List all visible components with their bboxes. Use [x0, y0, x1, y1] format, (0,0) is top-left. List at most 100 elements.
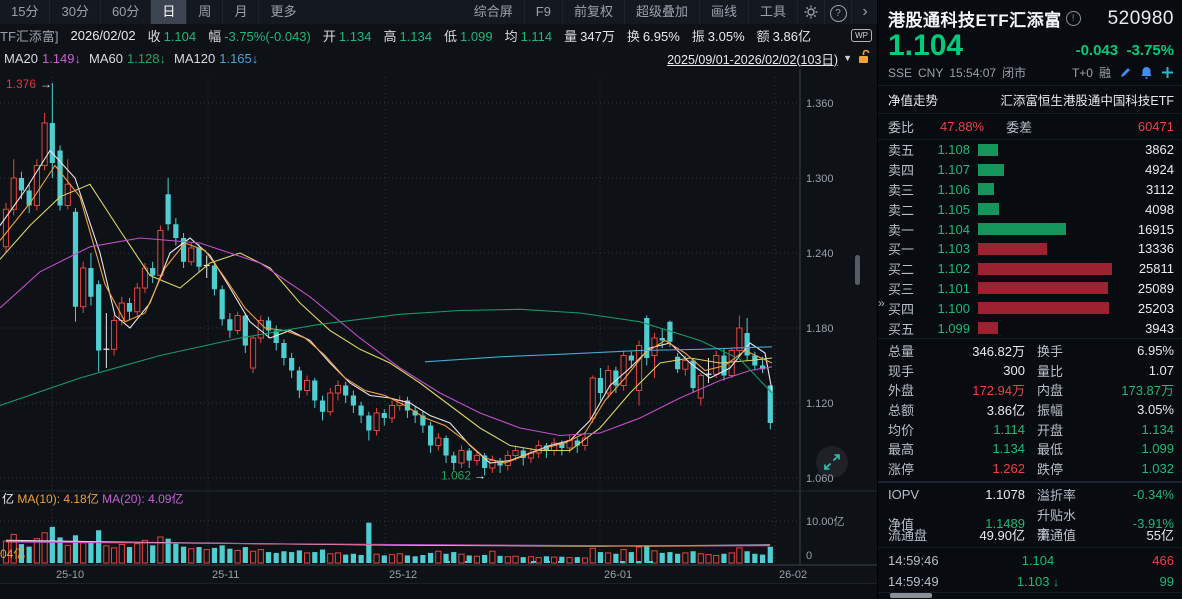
ask-row-1[interactable]: 卖一1.104 16915 — [878, 219, 1182, 239]
svg-text:→: → — [474, 469, 486, 483]
down-arrow-icon: ↓ — [1053, 575, 1059, 589]
symbol-prefix: TF汇添富] — [0, 26, 59, 45]
quote-header: 港股通科技ETF汇添富 ! 520980 — [878, 0, 1182, 31]
tab-15min[interactable]: 15分 — [0, 0, 50, 24]
ask-row-2[interactable]: 卖二1.105 4098 — [878, 199, 1182, 219]
ma20-value: 1.149↓ — [42, 51, 81, 66]
t0-badge: T+0 — [1072, 66, 1093, 80]
stat-row: 外盘172.94万 内盘173.87万 — [878, 380, 1182, 400]
draw-line-button[interactable]: 画线 — [700, 0, 749, 24]
ask-row-3[interactable]: 卖三1.106 3112 — [878, 180, 1182, 200]
fund-full-name: 汇添富恒生港股通中国科技ETF — [1000, 90, 1174, 109]
field-close: 收1.104 — [148, 26, 197, 45]
exchange-label: SSE — [888, 66, 912, 80]
depth-bar — [978, 164, 1004, 176]
tick-row[interactable]: 14:59:46 1.104 466 — [878, 550, 1182, 571]
volume-zero-marks — [445, 561, 450, 563]
panel-scrollbar[interactable] — [890, 593, 932, 598]
depth-bar — [978, 322, 998, 334]
axis-labels: 1.3601.3001.2401.1801.1201.06010.00亿025-… — [56, 98, 845, 581]
svg-text:1.120: 1.120 — [806, 398, 834, 410]
forward-adjust-button[interactable]: 前复权 — [563, 0, 625, 24]
volume-zero-marks — [531, 561, 536, 563]
field-high: 高1.134 — [383, 26, 432, 45]
margin-badge: 融 — [1099, 64, 1111, 81]
period-toolbar: 15分 30分 60分 日 周 月 更多 综合屏 F9 前复权 超级叠加 画线 … — [0, 0, 878, 25]
field-turnover-rate: 换6.95% — [627, 26, 680, 45]
chart-scrollbar[interactable] — [855, 255, 860, 285]
svg-text:26-02: 26-02 — [779, 569, 807, 581]
edit-pencil-icon[interactable] — [1119, 66, 1132, 79]
svg-text:1.180: 1.180 — [806, 323, 834, 335]
depth-bar — [978, 183, 994, 195]
order-book: 卖五1.108 3862 卖四1.107 4924 卖三1.106 3112 卖… — [878, 140, 1182, 338]
svg-text:1.062: 1.062 — [441, 469, 471, 483]
stat-row: 最高1.134 最低1.099 — [878, 439, 1182, 459]
volume-ma-legend: 亿 MA(10): 4.18亿 MA(20): 4.09亿 — [2, 490, 183, 507]
candles — [3, 83, 772, 476]
wei-diff-value: 60471 — [1138, 119, 1174, 134]
nav-label: 净值走势 — [888, 90, 938, 109]
ma-legend-bar: MA20 1.149↓ MA60 1.128↓ MA120 1.165↓ 202… — [0, 47, 878, 69]
tab-monthly[interactable]: 月 — [223, 0, 259, 24]
ma60-value: 1.128↓ — [127, 51, 166, 66]
add-plus-icon[interactable] — [1161, 66, 1174, 79]
kline-chart-area[interactable]: 1.3601.3001.2401.1801.1201.06010.00亿025-… — [0, 69, 878, 583]
expand-chart-button[interactable] — [816, 446, 848, 478]
bid-row-1[interactable]: 买一1.103 13336 — [878, 239, 1182, 259]
tab-30min[interactable]: 30分 — [50, 0, 100, 24]
volume-ma-lines — [6, 540, 770, 546]
chevron-down-icon[interactable]: ▼ — [843, 53, 852, 63]
alert-bell-icon[interactable] — [1140, 66, 1153, 79]
panel-collapse-icon[interactable]: » — [878, 296, 885, 310]
svg-text:1.360: 1.360 — [806, 98, 834, 110]
tools-button[interactable]: 工具 — [749, 0, 798, 24]
super-overlay-button[interactable]: 超级叠加 — [625, 0, 700, 24]
settings-gear-icon[interactable] — [798, 0, 825, 24]
stat-row: 均价1.114 开盘1.134 — [878, 419, 1182, 439]
stat-row: 总额3.86亿 振幅3.05% — [878, 400, 1182, 420]
stat-row: 涨停1.262 跌停1.032 — [878, 459, 1182, 479]
svg-text:25-10: 25-10 — [56, 569, 84, 581]
stat-row: 总量346.82万 换手6.95% — [878, 341, 1182, 361]
tab-60min[interactable]: 60分 — [101, 0, 151, 24]
depth-bar — [978, 263, 1112, 275]
price-change: -0.043 -3.75% — [1076, 42, 1174, 59]
ask-row-4[interactable]: 卖四1.107 4924 — [878, 160, 1182, 180]
bid-row-4[interactable]: 买四1.100 25203 — [878, 298, 1182, 318]
toolbar-right-group: 综合屏 F9 前复权 超级叠加 画线 工具 ? › — [463, 0, 878, 24]
help-icon[interactable]: ? — [825, 0, 852, 24]
depth-bar — [978, 302, 1109, 314]
svg-text:1.240: 1.240 — [806, 248, 834, 260]
field-change: 幅-3.75%(-0.043) — [208, 26, 311, 45]
wp-monitor-icon[interactable]: WP — [851, 29, 872, 42]
chevron-right-icon[interactable]: › — [852, 0, 878, 24]
field-open: 开1.134 — [323, 26, 372, 45]
info-icon[interactable]: ! — [1066, 11, 1081, 26]
field-amplitude: 振3.05% — [692, 26, 745, 45]
date-range-link[interactable]: 2025/09/01-2026/02/02(103日) — [667, 49, 838, 68]
nav-trend-row[interactable]: 净值走势 汇添富恒生港股通中国科技ETF — [878, 86, 1182, 114]
tab-more[interactable]: 更多 — [259, 0, 307, 24]
unlock-icon[interactable] — [857, 50, 870, 67]
field-volume: 量347万 — [564, 26, 615, 45]
field-amount: 额3.86亿 — [757, 26, 811, 45]
tab-weekly[interactable]: 周 — [187, 0, 223, 24]
stats-grid: 总量346.82万 换手6.95% 现手300 量比1.07 外盘172.94万… — [878, 339, 1182, 478]
tick-row[interactable]: 14:59:49 1.103 ↓ 99 — [878, 571, 1182, 592]
quote-meta-row: SSE CNY 15:54:07 闭市 T+0 融 — [878, 61, 1182, 86]
bid-row-5[interactable]: 买五1.099 3943 — [878, 318, 1182, 338]
bid-row-3[interactable]: 买三1.101 25089 — [878, 279, 1182, 299]
bottom-tab-strip[interactable] — [0, 583, 878, 599]
quote-info-bar: TF汇添富] 2026/02/02 收1.104 幅-3.75%(-0.043)… — [0, 24, 878, 47]
price-row: 1.104 -0.043 -3.75% — [878, 31, 1182, 61]
f9-button[interactable]: F9 — [525, 0, 563, 24]
tab-daily[interactable]: 日 — [151, 0, 187, 24]
svg-text:→: → — [40, 77, 52, 91]
ma60-label: MA60 — [89, 51, 123, 66]
ma120-label: MA120 — [174, 51, 215, 66]
composite-screen-button[interactable]: 综合屏 — [463, 0, 525, 24]
stat-row: IOPV1.1078 溢折率-0.34% — [878, 485, 1182, 505]
bid-row-2[interactable]: 买二1.102 25811 — [878, 259, 1182, 279]
ask-row-5[interactable]: 卖五1.108 3862 — [878, 140, 1182, 160]
